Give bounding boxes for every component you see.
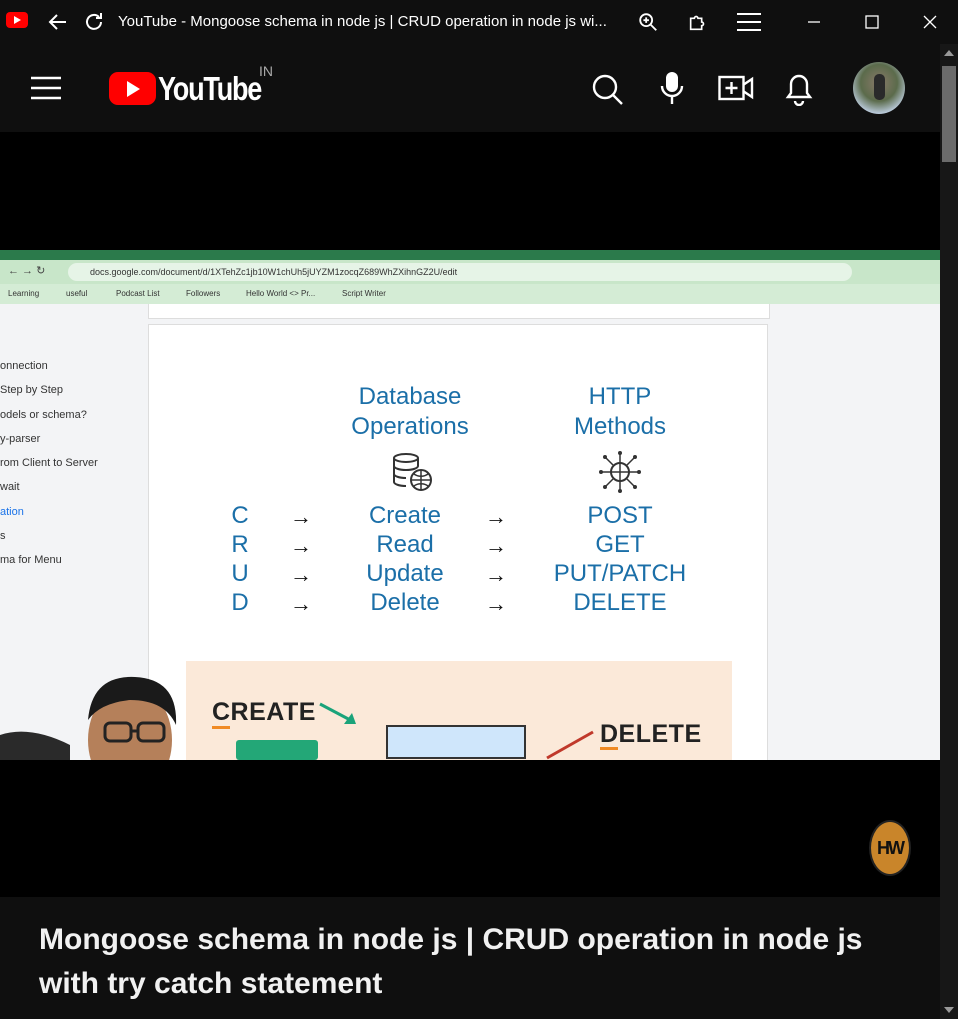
arrow-icon: → [485, 562, 507, 587]
doc-outline: onnection Step by Step odels or schema? … [0, 360, 98, 579]
reload-icon[interactable] [80, 8, 108, 36]
youtube-logo-text[interactable]: YouTube [158, 70, 262, 108]
notifications-bell-icon[interactable] [784, 70, 814, 111]
close-icon[interactable] [916, 8, 944, 36]
maximize-icon[interactable] [858, 8, 886, 36]
arrow-icon: → [290, 504, 312, 529]
arrow-icon: → [290, 562, 312, 587]
window-titlebar: YouTube - Mongoose schema in node js | C… [0, 0, 958, 44]
arrow-icon: → [290, 591, 312, 616]
crud-letter: R [231, 531, 249, 558]
page-scrollbar[interactable] [940, 44, 958, 1019]
outline-item: rom Client to Server [0, 457, 98, 470]
bookmark-item: Podcast List [116, 289, 160, 298]
db-operation: Create [368, 502, 442, 529]
db-operation: Update [366, 560, 444, 587]
delete-label: DELETE [600, 720, 702, 748]
bookmarks-bar: Learning useful Podcast List Followers H… [0, 284, 940, 304]
http-methods-heading: HTTP Methods [573, 383, 667, 440]
crud-letter: U [231, 560, 249, 587]
outline-item: odels or schema? [0, 408, 87, 421]
create-video-icon[interactable] [718, 74, 754, 107]
database-operations-heading: Database Operations [351, 383, 469, 440]
minimize-icon[interactable] [800, 8, 828, 36]
create-button-illustration [236, 740, 318, 760]
user-avatar[interactable] [853, 62, 905, 114]
microphone-icon[interactable] [660, 70, 684, 111]
scrollbar-thumb[interactable] [942, 66, 956, 162]
http-method: PUT/PATCH [553, 560, 687, 587]
zoom-icon[interactable] [634, 8, 662, 36]
outline-item: s [0, 530, 6, 543]
outline-item: ma for Menu [0, 554, 62, 567]
crud-letter: D [231, 589, 249, 616]
hamburger-menu-icon[interactable] [30, 75, 62, 106]
db-operation: Delete [370, 589, 440, 616]
arrow-icon: → [485, 591, 507, 616]
http-method: GET [595, 531, 645, 558]
crud-letter: C [231, 502, 249, 529]
youtube-logo-icon[interactable] [109, 72, 156, 105]
bookmark-item: Script Writer [342, 289, 386, 298]
arrow-icon: → [485, 533, 507, 558]
outline-item: onnection [0, 360, 48, 372]
video-player[interactable]: ← → ↻ docs.google.com/document/d/1XTehZc… [0, 132, 940, 897]
outline-item-active: ation [0, 505, 24, 518]
red-line-icon [545, 730, 595, 760]
doc-page-top [148, 304, 770, 319]
channel-watermark-badge: HW [869, 820, 911, 876]
arrow-icon: → [290, 533, 312, 558]
scroll-down-arrow-icon[interactable] [944, 1007, 954, 1013]
search-icon[interactable] [590, 72, 624, 111]
bookmark-item: Learning [8, 289, 40, 298]
bookmark-item: Hello World <> Pr... [246, 289, 316, 298]
youtube-favicon-icon [6, 12, 28, 28]
arrow-icon: → [485, 504, 507, 529]
outline-item: wait [0, 481, 20, 494]
browser-tabs-strip [0, 250, 940, 260]
window-title: YouTube - Mongoose schema in node js | C… [118, 13, 607, 30]
http-method: POST [587, 502, 653, 529]
outline-item: Step by Step [0, 384, 63, 397]
underline-accent [600, 747, 618, 750]
back-arrow-icon[interactable] [44, 8, 72, 36]
menu-icon[interactable] [735, 8, 763, 36]
db-operation: Read [376, 531, 434, 558]
video-title: Mongoose schema in node js | CRUD operat… [39, 923, 863, 1000]
bookmark-item: Followers [186, 289, 221, 298]
green-arrow-icon [318, 700, 362, 733]
presenter-webcam [0, 665, 235, 760]
browser-url-bar: docs.google.com/document/d/1XTehZc1jb10W… [68, 263, 852, 281]
bookmark-item: useful [66, 289, 88, 298]
region-code: IN [259, 63, 273, 79]
network-globe-icon [598, 450, 642, 499]
http-method: DELETE [573, 589, 667, 616]
new-item-illustration [386, 725, 526, 759]
outline-item: y-parser [0, 432, 41, 445]
database-icon [392, 452, 434, 497]
video-frame-screen-recording: ← → ↻ docs.google.com/document/d/1XTehZc… [0, 250, 940, 760]
scroll-up-arrow-icon[interactable] [944, 50, 954, 56]
extensions-puzzle-icon[interactable] [684, 8, 712, 36]
